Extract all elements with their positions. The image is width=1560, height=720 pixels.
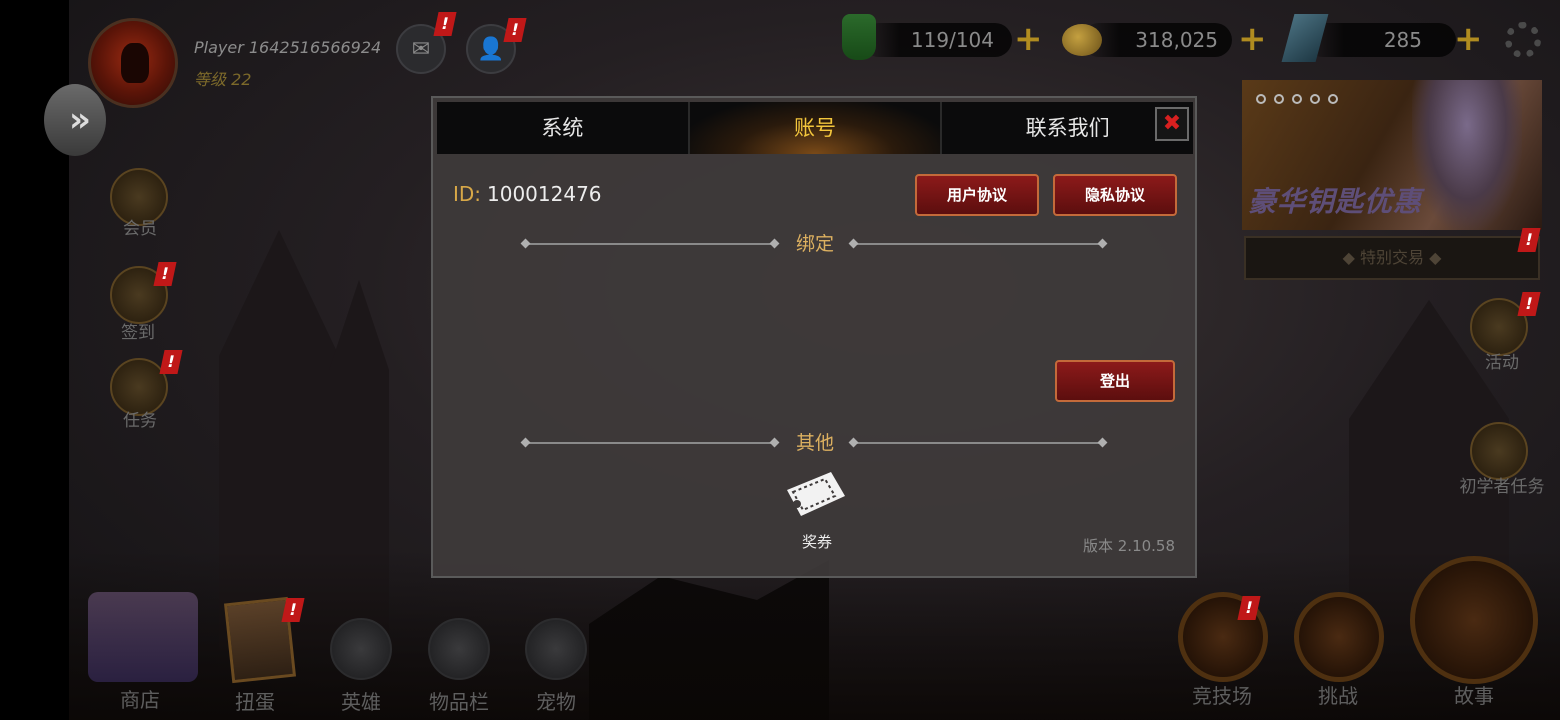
logout-button[interactable]: 登出 (1055, 360, 1175, 402)
bind-section-title: 绑定 (795, 233, 834, 255)
vip-label: 会员 (123, 219, 157, 239)
pet-wolf-icon[interactable] (525, 618, 587, 680)
stamina-plus-button[interactable]: + (1014, 22, 1043, 56)
tab-system[interactable]: 系统 (437, 102, 690, 154)
gacha-label: 扭蛋 (235, 690, 275, 714)
challenge-label: 挑战 (1318, 684, 1358, 708)
beginner-quest-label: 初学者任务 (1459, 477, 1545, 497)
inventory-box-icon[interactable] (428, 618, 490, 680)
quest-label: 任务 (123, 411, 157, 431)
promo-pager-dots (1256, 94, 1338, 104)
coins-icon (1062, 24, 1102, 56)
settings-tabs: 系统 账号 联系我们 (437, 102, 1194, 154)
bind-divider-left (525, 243, 775, 245)
settings-gear-icon[interactable] (1505, 22, 1541, 58)
arena-label: 竞技场 (1192, 684, 1252, 708)
inventory-label: 物品栏 (429, 690, 489, 714)
settings-dialog: 系统 账号 联系我们 ✖ ID: 100012476 用户协议 隐私协议 绑定 … (431, 96, 1197, 578)
expand-menu-button[interactable]: » (44, 84, 106, 156)
hero-label: 英雄 (341, 690, 381, 714)
player-level: 等级 22 (194, 70, 252, 89)
other-divider-left (525, 442, 775, 444)
promo-character-art (1412, 80, 1522, 230)
crystal-plus-button[interactable]: + (1454, 22, 1483, 56)
shop-label: 商店 (120, 688, 160, 712)
promo-banner[interactable]: 豪华钥匙优惠 (1242, 80, 1542, 230)
privacy-agreement-button[interactable]: 隐私协议 (1053, 174, 1177, 216)
hero-helmet-icon[interactable] (330, 618, 392, 680)
close-button[interactable]: ✖ (1155, 107, 1189, 141)
gold-plus-button[interactable]: + (1238, 22, 1267, 56)
potion-icon (842, 14, 876, 60)
stamina-value: 119/104 (910, 28, 994, 52)
voucher-ticket-icon[interactable] (783, 470, 847, 522)
shop-chest-icon[interactable] (88, 592, 198, 682)
player-name: Player 1642516566924 (194, 38, 382, 57)
pet-label: 宠物 (536, 690, 576, 714)
event-label: 活动 (1485, 353, 1519, 373)
account-id-value: 100012476 (487, 182, 602, 206)
voucher-label: 奖券 (801, 533, 832, 551)
version-label: 版本 2.10.58 (1083, 537, 1176, 555)
challenge-skull-icon[interactable] (1294, 592, 1384, 682)
bind-divider-right (853, 243, 1103, 245)
player-avatar[interactable] (88, 18, 178, 108)
tab-account[interactable]: 账号 (689, 102, 943, 154)
account-id-label: ID: (453, 182, 482, 206)
crystal-value: 285 (1383, 28, 1422, 52)
checkin-label: 签到 (121, 323, 155, 343)
story-swords-icon[interactable] (1410, 556, 1538, 684)
gold-value: 318,025 (1135, 28, 1218, 52)
promo-title: 豪华钥匙优惠 (1248, 185, 1423, 218)
other-divider-right (853, 442, 1103, 444)
user-agreement-button[interactable]: 用户协议 (915, 174, 1039, 216)
special-deal-button[interactable]: ◆ 特别交易 ◆ (1244, 236, 1540, 280)
other-section-title: 其他 (795, 432, 834, 454)
story-label: 故事 (1454, 684, 1494, 708)
